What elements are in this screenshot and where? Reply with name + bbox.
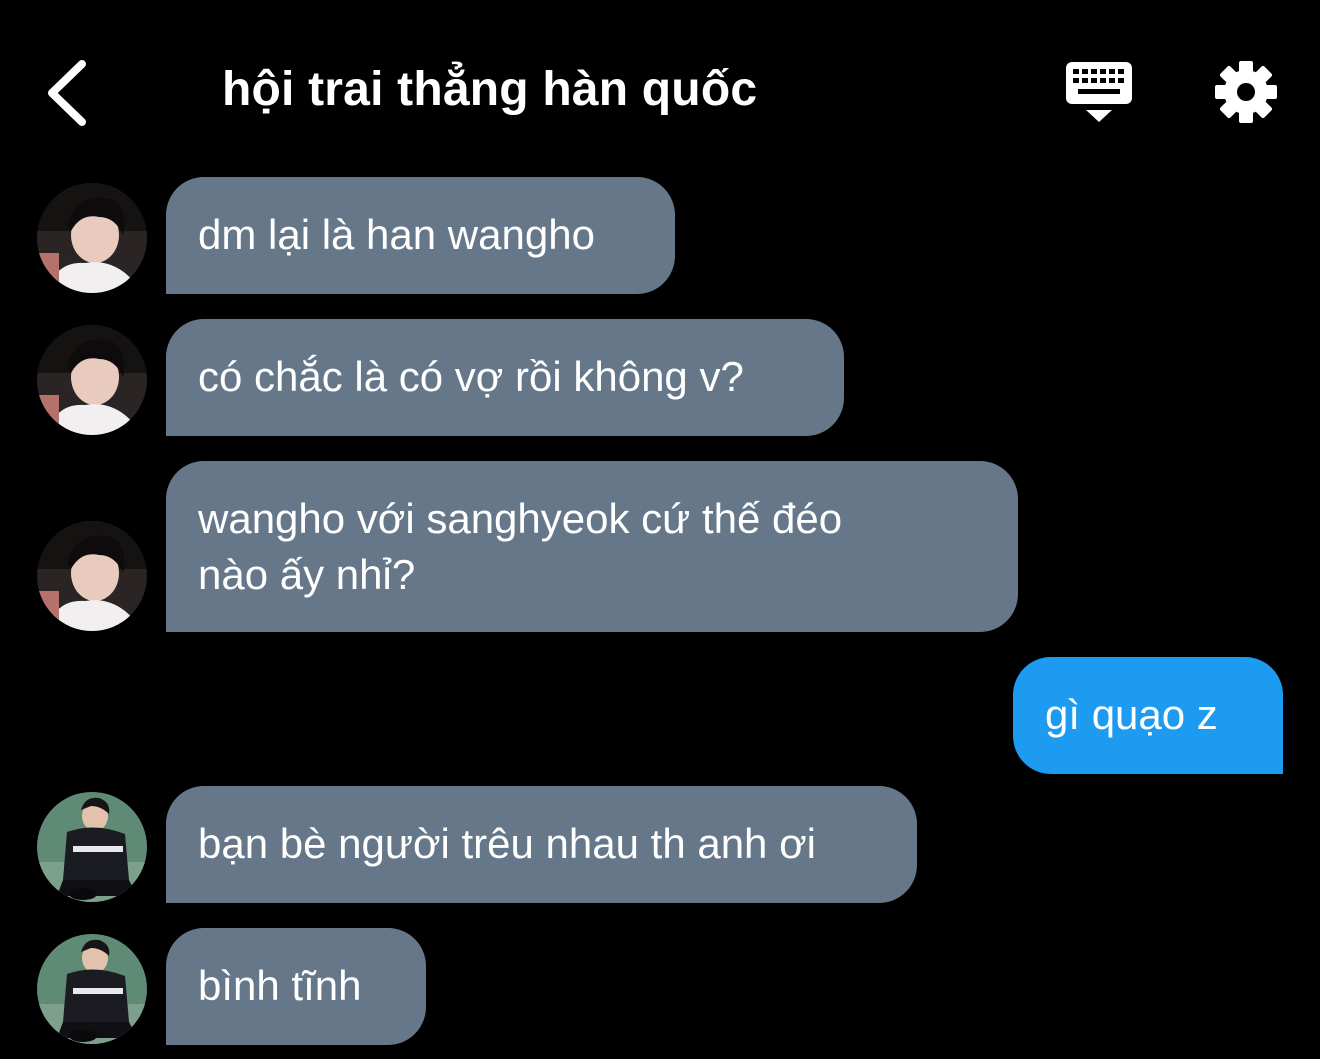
avatar[interactable] <box>37 521 147 631</box>
gear-icon <box>1215 61 1277 123</box>
message-row: gì quạo z <box>0 657 1320 774</box>
message-bubble[interactable]: bình tĩnh <box>166 928 426 1045</box>
message-bubble[interactable]: wangho với sanghyeok cứ thế đéo nào ấy n… <box>166 461 1018 632</box>
message-bubble[interactable]: dm lại là han wangho <box>166 177 675 294</box>
message-row: wangho với sanghyeok cứ thế đéo nào ấy n… <box>0 461 1320 632</box>
message-row: bình tĩnh <box>0 928 1320 1045</box>
avatar[interactable] <box>37 183 147 293</box>
message-row: bạn bè người trêu nhau th anh ơi <box>0 786 1320 903</box>
conversation-title: hội trai thẳng hàn quốc <box>222 63 758 116</box>
avatar-photo <box>37 792 147 902</box>
avatar[interactable] <box>37 325 147 435</box>
message-row: có chắc là có vợ rồi không v? <box>0 319 1320 436</box>
message-row: dm lại là han wangho <box>0 177 1320 294</box>
avatar-photo <box>37 521 147 631</box>
message-bubble[interactable]: có chắc là có vợ rồi không v? <box>166 319 844 436</box>
avatar-photo <box>37 325 147 435</box>
avatar-photo <box>37 183 147 293</box>
message-bubble[interactable]: bạn bè người trêu nhau th anh ơi <box>166 786 917 903</box>
keyboard-icon <box>1066 62 1132 122</box>
avatar[interactable] <box>37 792 147 902</box>
my-message-bubble[interactable]: gì quạo z <box>1013 657 1283 774</box>
keyboard-button[interactable] <box>1064 60 1134 128</box>
settings-button[interactable] <box>1212 58 1280 126</box>
avatar-photo <box>37 934 147 1044</box>
back-button[interactable] <box>40 58 100 128</box>
chat-header: hội trai thẳng hàn quốc <box>0 0 1320 180</box>
chevron-left-icon <box>48 60 86 126</box>
avatar[interactable] <box>37 934 147 1044</box>
